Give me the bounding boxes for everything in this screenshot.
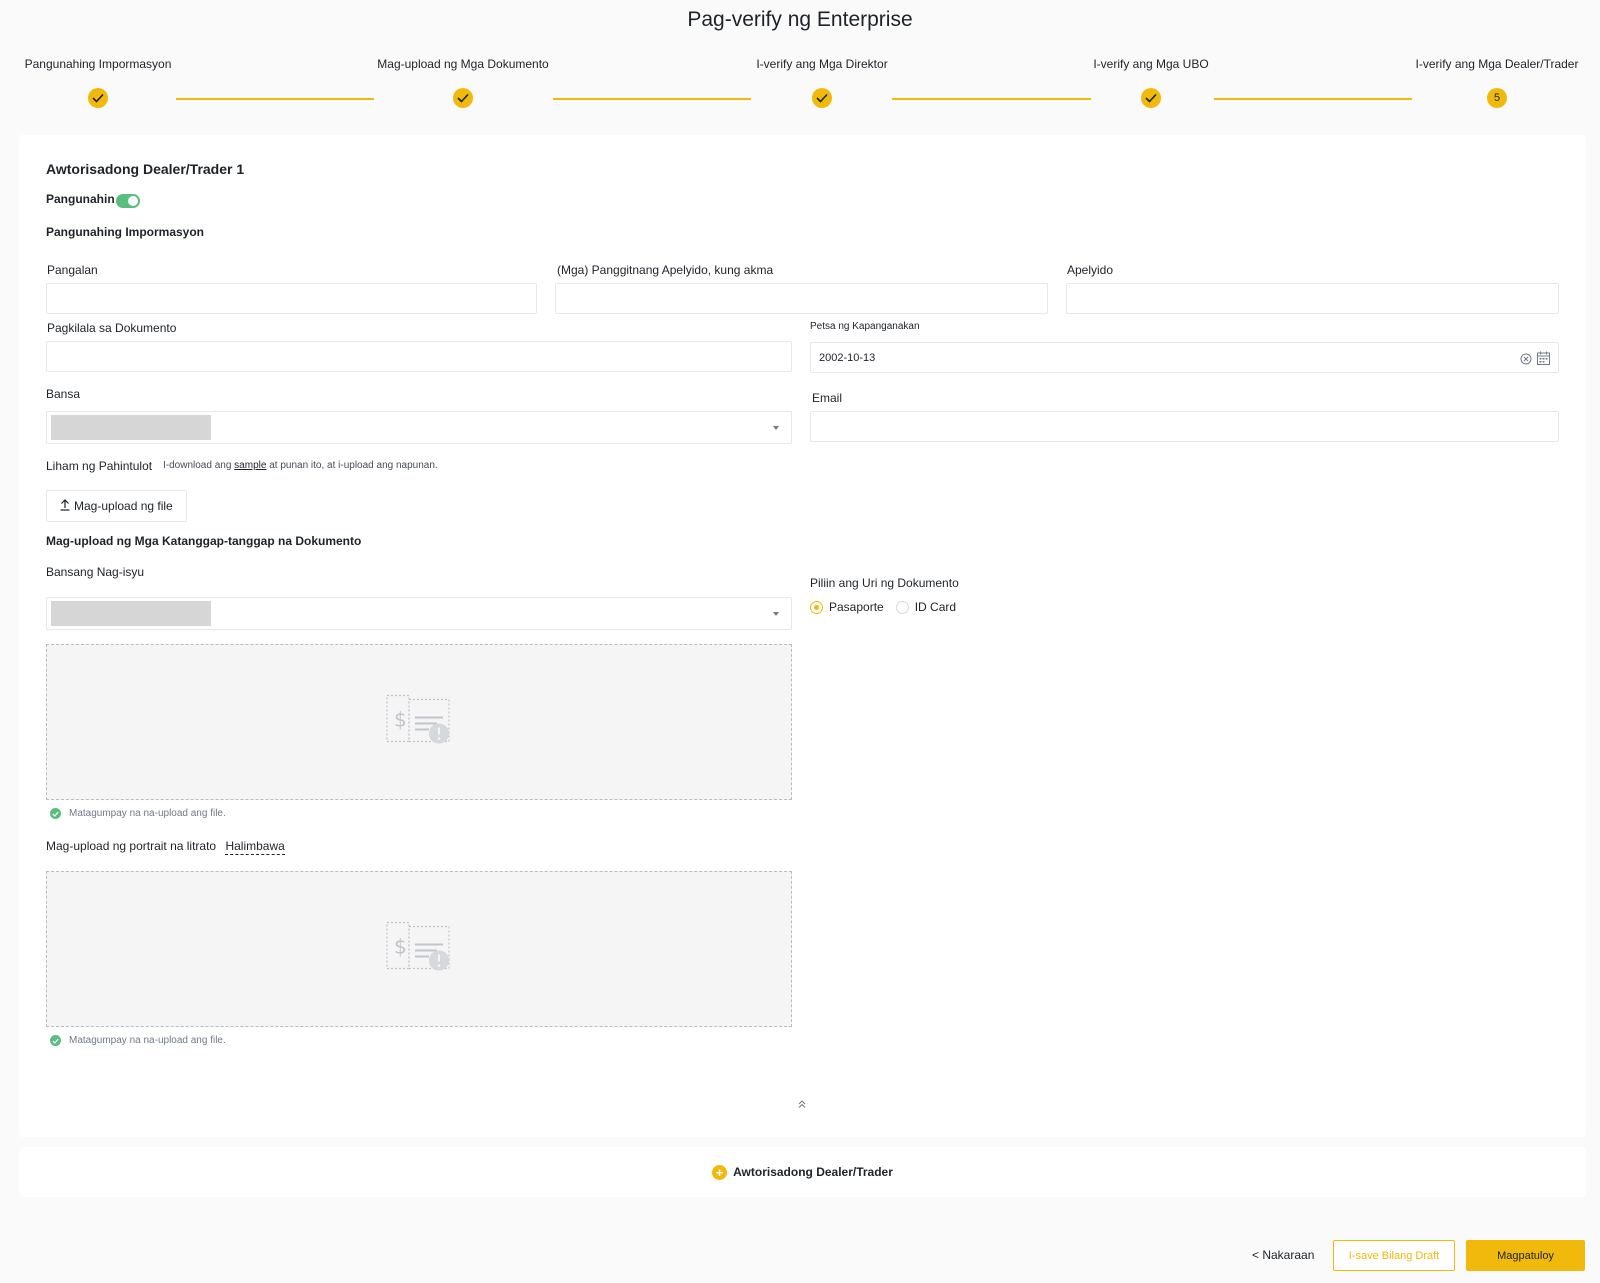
upload-success-message: Matagumpay na na-upload ang file. [50, 808, 226, 819]
continue-button[interactable]: Magpatuloy [1466, 1240, 1585, 1271]
double-chevron-up-icon[interactable] [797, 1096, 807, 1114]
hint-suffix: at punan ito, at i-upload ang napunan. [269, 460, 438, 471]
doc-type-radio-group: Pasaporte ID Card [810, 600, 956, 614]
passport-radio[interactable] [810, 600, 823, 614]
passport-radio-label[interactable]: Pasaporte [829, 600, 884, 614]
step-1-check-icon [88, 88, 108, 108]
step-3-check-icon [812, 88, 832, 108]
portrait-example-link[interactable]: Halimbawa [225, 839, 285, 855]
clear-circle-icon[interactable] [1520, 353, 1532, 368]
first-name-label: Pangalan [47, 263, 98, 277]
add-dealer-button[interactable]: + Awtorisadong Dealer/Trader [19, 1147, 1586, 1197]
step-4-check-icon [1141, 88, 1161, 108]
chevron-down-icon [773, 612, 779, 616]
portrait-label: Mag-upload ng portrait na litrato Halimb… [46, 839, 285, 855]
upload-file-button[interactable]: Mag-upload ng file [46, 490, 187, 522]
birth-date-label: Petsa ng Kapanganakan [810, 321, 920, 332]
calendar-icon[interactable] [1537, 351, 1550, 368]
email-label: Email [812, 391, 843, 405]
step-label-ubo: I-verify ang Mga UBO [1093, 57, 1209, 71]
country-selected-value [51, 415, 211, 440]
document-dropzone[interactable]: $ [46, 644, 792, 800]
chevron-down-icon [773, 426, 779, 430]
add-dealer-label: Awtorisadong Dealer/Trader [733, 1165, 893, 1179]
document-placeholder-icon: $ [385, 694, 453, 751]
id-document-label: Pagkilala sa Dokumento [47, 321, 177, 335]
save-draft-button[interactable]: I-save Bilang Draft [1333, 1240, 1455, 1271]
upload-icon [60, 498, 70, 514]
upload-success-text: Matagumpay na na-upload ang file. [69, 1035, 226, 1046]
authorization-letter-label: Liham ng Pahintulot [46, 459, 153, 473]
portrait-dropzone[interactable]: $ [46, 871, 792, 1027]
back-button[interactable]: < Nakaraan [1252, 1248, 1314, 1262]
birth-date-input[interactable]: 2002-10-13 [810, 342, 1559, 373]
step-label-dealers: I-verify ang Mga Dealer/Trader [1415, 57, 1579, 71]
hint-prefix: I-download ang [163, 460, 232, 471]
country-label: Bansa [46, 387, 81, 401]
plus-circle-icon: + [712, 1164, 728, 1180]
svg-text:$: $ [394, 935, 407, 959]
step-connector [892, 98, 1091, 100]
middle-name-input[interactable] [555, 283, 1048, 314]
primary-toggle-label: Pangunahin [46, 192, 115, 206]
sample-link[interactable]: sample [234, 460, 266, 471]
step-5-number: 5 [1487, 88, 1507, 108]
id-card-radio[interactable] [895, 600, 909, 614]
document-placeholder-icon: $ [385, 921, 453, 978]
id-card-radio-label[interactable]: ID Card [915, 600, 956, 614]
step-connector [553, 98, 751, 100]
email-input[interactable] [810, 411, 1559, 442]
basic-info-title: Pangunahing Impormasyon [46, 225, 205, 239]
id-document-input[interactable] [46, 341, 792, 372]
upload-success-message: Matagumpay na na-upload ang file. [50, 1035, 226, 1046]
step-2-check-icon [453, 88, 473, 108]
issuing-country-select[interactable] [46, 597, 792, 630]
svg-text:$: $ [394, 708, 407, 732]
first-name-input[interactable] [46, 283, 537, 314]
middle-name-label: (Mga) Panggitnang Apelyido, kung akma [557, 263, 774, 277]
step-connector [176, 98, 374, 100]
authorization-letter-hint: I-download ang sample at punan ito, at i… [163, 460, 438, 471]
upload-success-text: Matagumpay na na-upload ang file. [69, 808, 226, 819]
issuing-country-selected-value [51, 601, 211, 626]
page-title: Pag-verify ng Enterprise [687, 8, 913, 31]
documents-title: Mag-upload ng Mga Katanggap-tanggap na D… [46, 534, 362, 548]
dealer-form-card: Awtorisadong Dealer/Trader 1 Pangunahin … [19, 135, 1586, 1137]
check-circle-icon [50, 808, 61, 819]
step-connector [1214, 98, 1412, 100]
upload-file-label: Mag-upload ng file [74, 499, 173, 513]
issuing-country-label: Bansang Nag-isyu [46, 565, 145, 579]
dealer-title: Awtorisadong Dealer/Trader 1 [46, 161, 245, 177]
last-name-input[interactable] [1066, 283, 1559, 314]
primary-toggle[interactable] [116, 194, 140, 208]
step-label-directors: I-verify ang Mga Direktor [756, 57, 888, 71]
country-select[interactable] [46, 411, 792, 444]
last-name-label: Apelyido [1067, 263, 1114, 277]
portrait-label-text: Mag-upload ng portrait na litrato [46, 839, 217, 853]
step-label-upload-docs: Mag-upload ng Mga Dokumento [377, 57, 549, 71]
doc-type-label: Piliin ang Uri ng Dokumento [810, 576, 959, 590]
step-label-basic-info: Pangunahing Impormasyon [24, 57, 172, 71]
birth-date-value: 2002-10-13 [819, 351, 876, 364]
check-circle-icon [50, 1035, 61, 1046]
